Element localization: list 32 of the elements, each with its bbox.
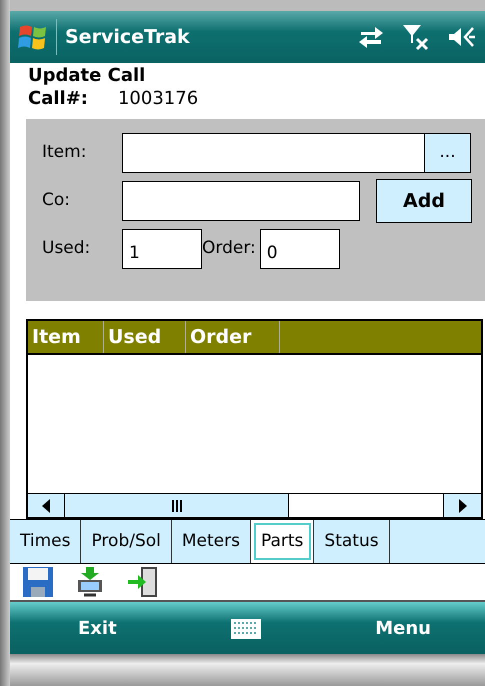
order-label: Order: bbox=[202, 237, 256, 260]
browse-button[interactable]: ... bbox=[425, 133, 471, 173]
co-field[interactable] bbox=[122, 181, 360, 221]
co-label: Co: bbox=[42, 189, 71, 212]
speaker-icon[interactable] bbox=[447, 25, 477, 49]
scroll-left-button[interactable] bbox=[28, 494, 65, 517]
column-header[interactable]: Item bbox=[28, 321, 104, 353]
item-field[interactable] bbox=[122, 133, 425, 173]
screen-heading: Update Call bbox=[27, 64, 146, 87]
exit-door-icon[interactable] bbox=[126, 566, 158, 598]
used-field[interactable]: 1 bbox=[122, 229, 202, 269]
no-signal-icon bbox=[401, 23, 431, 51]
save-icon[interactable] bbox=[22, 566, 54, 598]
window-title: ServiceTrak bbox=[65, 24, 190, 50]
scroll-right-button[interactable] bbox=[444, 494, 481, 517]
right-arrow-icon bbox=[458, 498, 468, 512]
call-label: Call#: bbox=[28, 87, 88, 111]
left-arrow-icon bbox=[41, 498, 51, 512]
add-button[interactable]: Add bbox=[376, 179, 472, 223]
scrollbar-thumb[interactable] bbox=[65, 494, 289, 517]
order-field[interactable]: 0 bbox=[260, 229, 340, 269]
item-label: Item: bbox=[42, 141, 88, 164]
column-header[interactable]: Order bbox=[186, 321, 280, 353]
sync-arrows-icon bbox=[357, 25, 385, 49]
grip-icon bbox=[172, 500, 182, 512]
column-header[interactable]: Used bbox=[104, 321, 186, 353]
exit-softkey[interactable]: Exit bbox=[78, 614, 117, 642]
tab[interactable]: Parts bbox=[250, 520, 314, 563]
menu-softkey[interactable]: Menu bbox=[375, 614, 431, 642]
used-label: Used: bbox=[42, 237, 92, 260]
call-number: 1003176 bbox=[118, 87, 198, 111]
keyboard-icon[interactable] bbox=[230, 616, 262, 641]
